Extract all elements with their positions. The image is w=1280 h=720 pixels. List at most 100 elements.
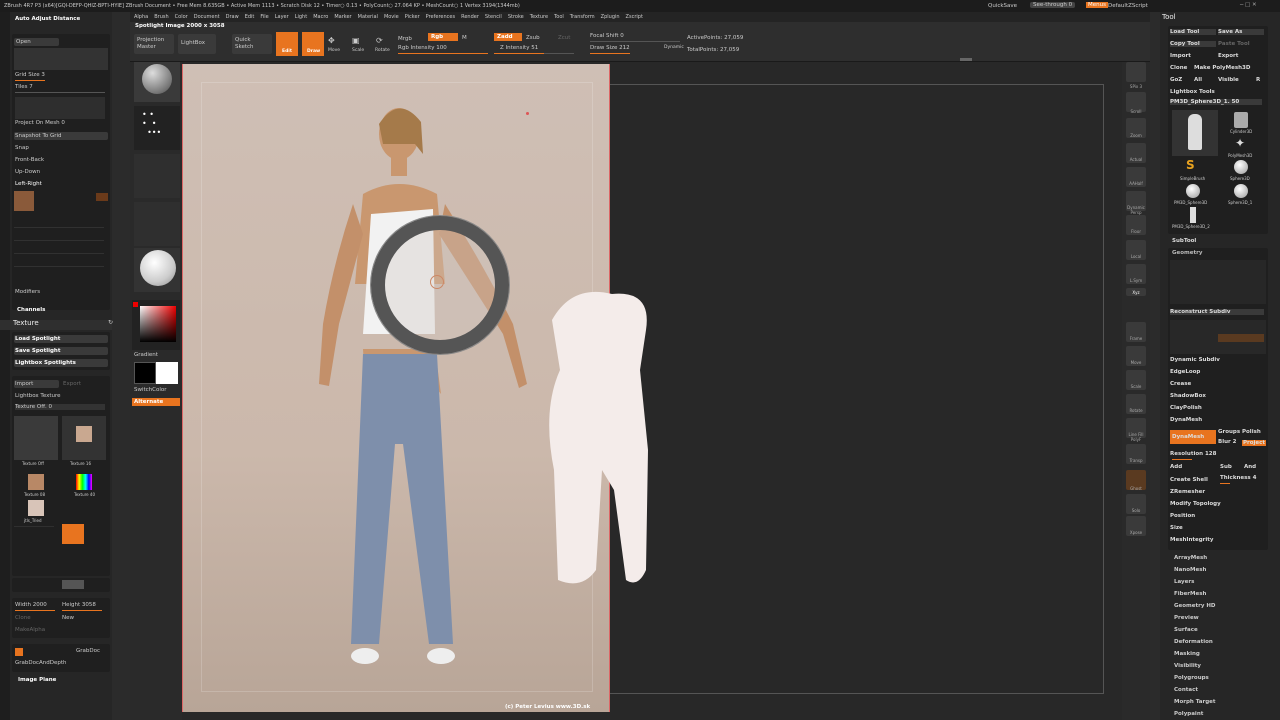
crease-menu[interactable]: Crease [1170, 381, 1191, 387]
stroke-slot[interactable]: • • • • ••• [134, 106, 180, 150]
color-picker[interactable] [132, 300, 180, 350]
alpha-slot[interactable] [134, 154, 180, 198]
menu-macro[interactable]: Macro [313, 14, 328, 20]
menu-transform[interactable]: Transform [570, 14, 595, 20]
dynamic-toggle[interactable]: Dynamic [664, 45, 684, 50]
document-canvas[interactable]: (c) Peter Levius www.3D.sk [182, 58, 1122, 720]
left-right-button[interactable]: Left-Right [15, 181, 42, 187]
flip-toggle[interactable] [62, 580, 84, 589]
project-toggle[interactable]: Project [1242, 440, 1267, 446]
tiles-slider[interactable]: Tiles 7 [15, 84, 33, 90]
paste-tool-button[interactable]: Paste Tool [1218, 41, 1250, 47]
clone-texture-button[interactable]: Clone [15, 615, 31, 621]
channels-label[interactable]: Channels [17, 307, 45, 313]
polish-toggle[interactable]: Polish [1242, 429, 1261, 435]
deformation-menu[interactable]: Deformation [1174, 639, 1213, 645]
draw-button[interactable]: Draw [302, 32, 324, 56]
polypaint-menu[interactable]: Polypaint [1174, 711, 1203, 717]
quick-sketch-button[interactable]: Quick Sketch [232, 34, 272, 54]
position-menu[interactable]: Position [1170, 513, 1195, 519]
zcut-button[interactable]: Zcut [558, 35, 570, 41]
lightbox-spotlights-button[interactable]: Lightbox Spotlights [14, 359, 108, 367]
active-texture-op-icon[interactable] [62, 524, 84, 544]
menu-texture[interactable]: Texture [530, 14, 548, 20]
texture-title[interactable]: Texture [13, 319, 39, 327]
resolution-slider[interactable]: Resolution 128 [1170, 451, 1216, 457]
polygroups-menu[interactable]: Polygroups [1174, 675, 1209, 681]
height-slider[interactable]: Height 3058 [62, 602, 96, 608]
sub-button[interactable]: Sub [1220, 464, 1232, 470]
new-texture-button[interactable]: New [62, 615, 74, 621]
see-through-slider[interactable]: See-through 0 [1030, 2, 1076, 8]
menu-movie[interactable]: Movie [384, 14, 399, 20]
switch-color-button[interactable]: SwitchColor [134, 387, 167, 393]
geometry-menu[interactable]: Geometry [1172, 250, 1202, 256]
save-spotlight-button[interactable]: Save Spotlight [14, 347, 108, 355]
import-tool-button[interactable]: Import [1170, 53, 1191, 59]
lightbox-button[interactable]: LightBox [178, 34, 216, 54]
menu-stencil[interactable]: Stencil [485, 14, 502, 20]
grid-size-slider[interactable]: Grid Size 3 [15, 72, 45, 78]
menu-zplugin[interactable]: Zplugin [601, 14, 620, 20]
grabdoc-button[interactable]: GrabDoc [76, 648, 100, 654]
texture-40-thumb[interactable] [76, 474, 92, 490]
cylinder3d-thumb[interactable] [1234, 112, 1248, 128]
draw-size-slider[interactable]: Draw Size 212 [590, 45, 630, 51]
size-menu[interactable]: Size [1170, 525, 1183, 531]
menu-preferences[interactable]: Preferences [426, 14, 455, 20]
arraymesh-menu[interactable]: ArrayMesh [1174, 555, 1207, 561]
menu-light[interactable]: Light [295, 14, 307, 20]
sphere3d-thumb[interactable] [1234, 160, 1248, 174]
menu-zscript[interactable]: Zscript [626, 14, 643, 20]
sculpt-mesh[interactable] [542, 290, 652, 590]
projection-master-button[interactable]: Projection Master [134, 34, 174, 54]
menu-document[interactable]: Document [194, 14, 220, 20]
meshintegrity-menu[interactable]: MeshIntegrity [1170, 537, 1213, 543]
z-intensity-slider[interactable]: Z Intensity 51 [500, 45, 538, 51]
snap-button[interactable]: Snap [15, 145, 29, 151]
export-texture-button[interactable]: Export [63, 381, 81, 387]
dynamesh-menu[interactable]: DynaMesh [1170, 417, 1202, 423]
image-plane-label[interactable]: Image Plane [18, 677, 56, 683]
texture-16-slot[interactable] [62, 416, 106, 460]
contact-menu[interactable]: Contact [1174, 687, 1198, 693]
simplebrush-icon[interactable]: S [1186, 158, 1195, 172]
scale-icon[interactable]: ▣ [352, 36, 360, 45]
preview-menu[interactable]: Preview [1174, 615, 1199, 621]
rgb-intensity-slider[interactable]: Rgb Intensity 100 [398, 45, 447, 51]
blur-slider[interactable]: Blur 2 [1218, 439, 1236, 445]
main-color-swatch[interactable] [134, 362, 156, 384]
load-spotlight-button[interactable]: Load Spotlight [14, 335, 108, 343]
texture-refresh-icon[interactable]: ↻ [108, 319, 113, 326]
quicksave-button[interactable]: QuickSave [988, 3, 1017, 9]
alternate-button[interactable]: Alternate [132, 398, 180, 406]
reconstruct-subdiv-button[interactable]: Reconstruct Subdiv [1170, 309, 1264, 315]
menu-stroke[interactable]: Stroke [508, 14, 524, 20]
geometry-hd-menu[interactable]: Geometry HD [1174, 603, 1216, 609]
grid-color-swatch[interactable] [96, 193, 108, 201]
all-button[interactable]: All [1194, 77, 1202, 83]
scroll-handle[interactable] [960, 58, 972, 61]
m-button[interactable]: M [462, 35, 467, 41]
snapshot-to-grid-button[interactable]: Snapshot To Grid [14, 132, 108, 140]
current-tool-slider[interactable]: PM3D_Sphere3D_1. 50 [1170, 99, 1262, 105]
menu-brush[interactable]: Brush [154, 14, 168, 20]
layers-menu[interactable]: Layers [1174, 579, 1194, 585]
spotlight-center-handle[interactable] [430, 275, 444, 289]
spix-button[interactable] [1126, 62, 1146, 82]
edit-button[interactable]: Edit [276, 32, 298, 56]
shadowbox-menu[interactable]: ShadowBox [1170, 393, 1206, 399]
edgeloop-menu[interactable]: EdgeLoop [1170, 369, 1200, 375]
masking-menu[interactable]: Masking [1174, 651, 1200, 657]
save-as-button[interactable]: Save As [1218, 29, 1264, 35]
material-slot[interactable] [134, 248, 180, 292]
width-slider[interactable]: Width 2000 [15, 602, 47, 608]
menu-render[interactable]: Render [461, 14, 479, 20]
dynamesh-button[interactable]: DynaMesh [1170, 430, 1216, 444]
rgb-button[interactable]: Rgb [428, 33, 458, 41]
menu-color[interactable]: Color [175, 14, 188, 20]
surface-menu[interactable]: Surface [1174, 627, 1198, 633]
auto-adjust-distance[interactable]: Auto Adjust Distance [15, 16, 80, 22]
pm3d-sphere3d-2-thumb[interactable] [1190, 207, 1196, 223]
menu-tool[interactable]: Tool [554, 14, 564, 20]
